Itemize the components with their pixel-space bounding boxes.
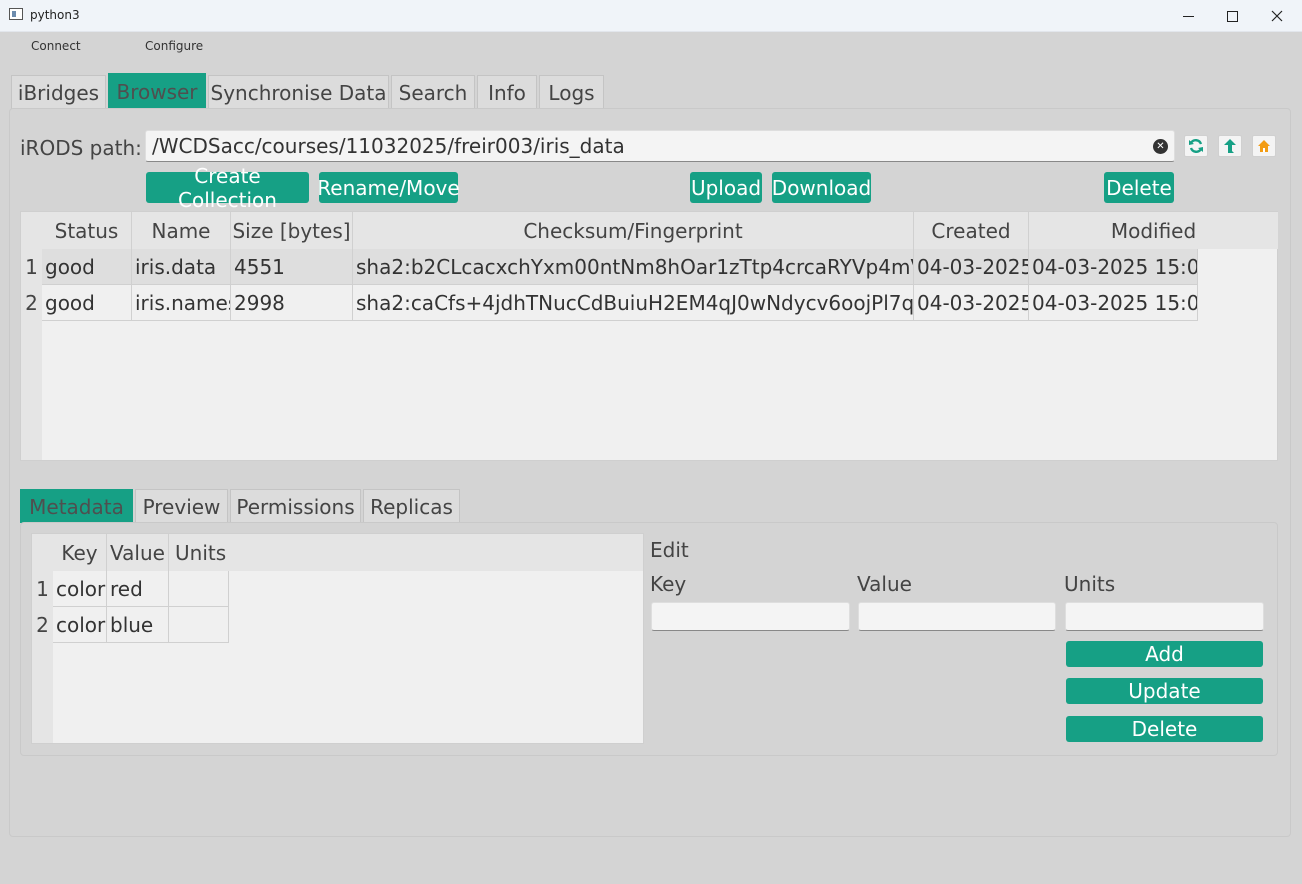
app-icon: [9, 8, 23, 20]
table-cell-key[interactable]: color: [53, 571, 107, 607]
table-cell-checksum[interactable]: sha2:b2CLcacxchYxm00ntNm8hOar1zTtp4crcaR…: [353, 249, 914, 285]
tab-search[interactable]: Search: [391, 75, 475, 109]
metadata-value-input[interactable]: [858, 602, 1056, 631]
tab-replicas[interactable]: Replicas: [363, 489, 460, 523]
table-cell-modified[interactable]: 04-03-2025 15:03: [1029, 285, 1198, 321]
edit-value-label: Value: [857, 572, 912, 596]
table-cell-status[interactable]: good: [42, 285, 132, 321]
edit-key-label: Key: [650, 572, 687, 596]
tab-synchronise-data[interactable]: Synchronise Data: [208, 75, 389, 109]
tab-preview[interactable]: Preview: [135, 489, 228, 523]
refresh-button[interactable]: [1184, 135, 1208, 157]
row-number: 1: [36, 577, 49, 601]
header-created[interactable]: Created: [914, 212, 1029, 249]
close-button[interactable]: [1254, 0, 1300, 32]
header-name[interactable]: Name: [132, 212, 231, 249]
upload-button[interactable]: Upload: [690, 172, 762, 203]
arrow-up-icon: [1224, 139, 1236, 153]
irods-path-input[interactable]: [145, 130, 1175, 162]
download-button[interactable]: Download: [772, 172, 871, 203]
maximize-button[interactable]: [1209, 0, 1255, 32]
header-value[interactable]: Value: [107, 534, 169, 571]
create-collection-button[interactable]: Create Collection: [146, 164, 309, 212]
metadata-table: Key Value Units 1 color red 2 color blue: [31, 533, 644, 744]
table-cell-name[interactable]: iris.names: [132, 285, 231, 321]
window-titlebar: python3: [0, 0, 1302, 32]
menu-connect[interactable]: Connect: [31, 39, 81, 53]
header-size[interactable]: Size [bytes]: [231, 212, 353, 249]
tab-logs[interactable]: Logs: [539, 75, 604, 109]
minimize-button[interactable]: [1165, 0, 1211, 32]
irods-path-label: iRODS path:: [20, 136, 142, 160]
metadata-add-button[interactable]: Add: [1066, 641, 1263, 667]
table-cell-key[interactable]: color: [53, 607, 107, 643]
delete-button[interactable]: Delete: [1104, 172, 1174, 203]
home-icon: [1258, 140, 1270, 152]
edit-units-label: Units: [1064, 572, 1116, 596]
metadata-delete-button[interactable]: Delete: [1066, 716, 1263, 742]
header-status[interactable]: Status: [42, 212, 132, 249]
row-number: 2: [36, 613, 49, 637]
table-cell-units[interactable]: [169, 607, 229, 643]
close-icon: [1271, 10, 1283, 22]
refresh-icon: [1189, 139, 1203, 153]
maximize-icon: [1226, 10, 1238, 22]
menu-bar: Connect Configure: [0, 32, 1302, 60]
row-number: 1: [25, 255, 38, 279]
menu-configure[interactable]: Configure: [145, 39, 203, 53]
header-units[interactable]: Units: [169, 534, 643, 571]
tab-metadata[interactable]: Metadata: [20, 489, 133, 523]
metadata-key-input[interactable]: [651, 602, 850, 631]
tab-ibridges[interactable]: iBridges: [11, 75, 106, 109]
clear-icon[interactable]: ✕: [1153, 139, 1168, 154]
table-cell-size[interactable]: 4551: [231, 249, 353, 285]
table-cell-units[interactable]: [169, 571, 229, 607]
table-cell-checksum[interactable]: sha2:caCfs+4jdhTNucCdBuiuH2EM4qJ0wNdycv6…: [353, 285, 914, 321]
metadata-units-input[interactable]: [1065, 602, 1264, 631]
table-cell-name[interactable]: iris.data: [132, 249, 231, 285]
metadata-update-button[interactable]: Update: [1066, 678, 1263, 704]
window-title: python3: [30, 8, 80, 22]
home-button[interactable]: [1252, 135, 1276, 157]
table-cell-value[interactable]: red: [107, 571, 169, 607]
header-modified[interactable]: Modified: [1029, 212, 1278, 249]
tab-browser[interactable]: Browser: [108, 73, 206, 109]
rename-move-button[interactable]: Rename/Move: [317, 172, 460, 203]
tab-info[interactable]: Info: [477, 75, 537, 109]
parent-folder-button[interactable]: [1218, 135, 1242, 157]
table-cell-modified[interactable]: 04-03-2025 15:03: [1029, 249, 1198, 285]
table-cell-size[interactable]: 2998: [231, 285, 353, 321]
minimize-icon: [1182, 15, 1194, 17]
table-cell-value[interactable]: blue: [107, 607, 169, 643]
table-cell-created[interactable]: 04-03-2025: [914, 285, 1029, 321]
table-cell-created[interactable]: 04-03-2025: [914, 249, 1029, 285]
edit-title: Edit: [650, 538, 689, 562]
header-checksum[interactable]: Checksum/Fingerprint: [353, 212, 914, 249]
tab-permissions[interactable]: Permissions: [230, 489, 361, 523]
row-number: 2: [25, 291, 38, 315]
table-cell-status[interactable]: good: [42, 249, 132, 285]
browser-table: Status Name Size [bytes] Checksum/Finger…: [20, 211, 1278, 461]
header-key[interactable]: Key: [53, 534, 107, 571]
